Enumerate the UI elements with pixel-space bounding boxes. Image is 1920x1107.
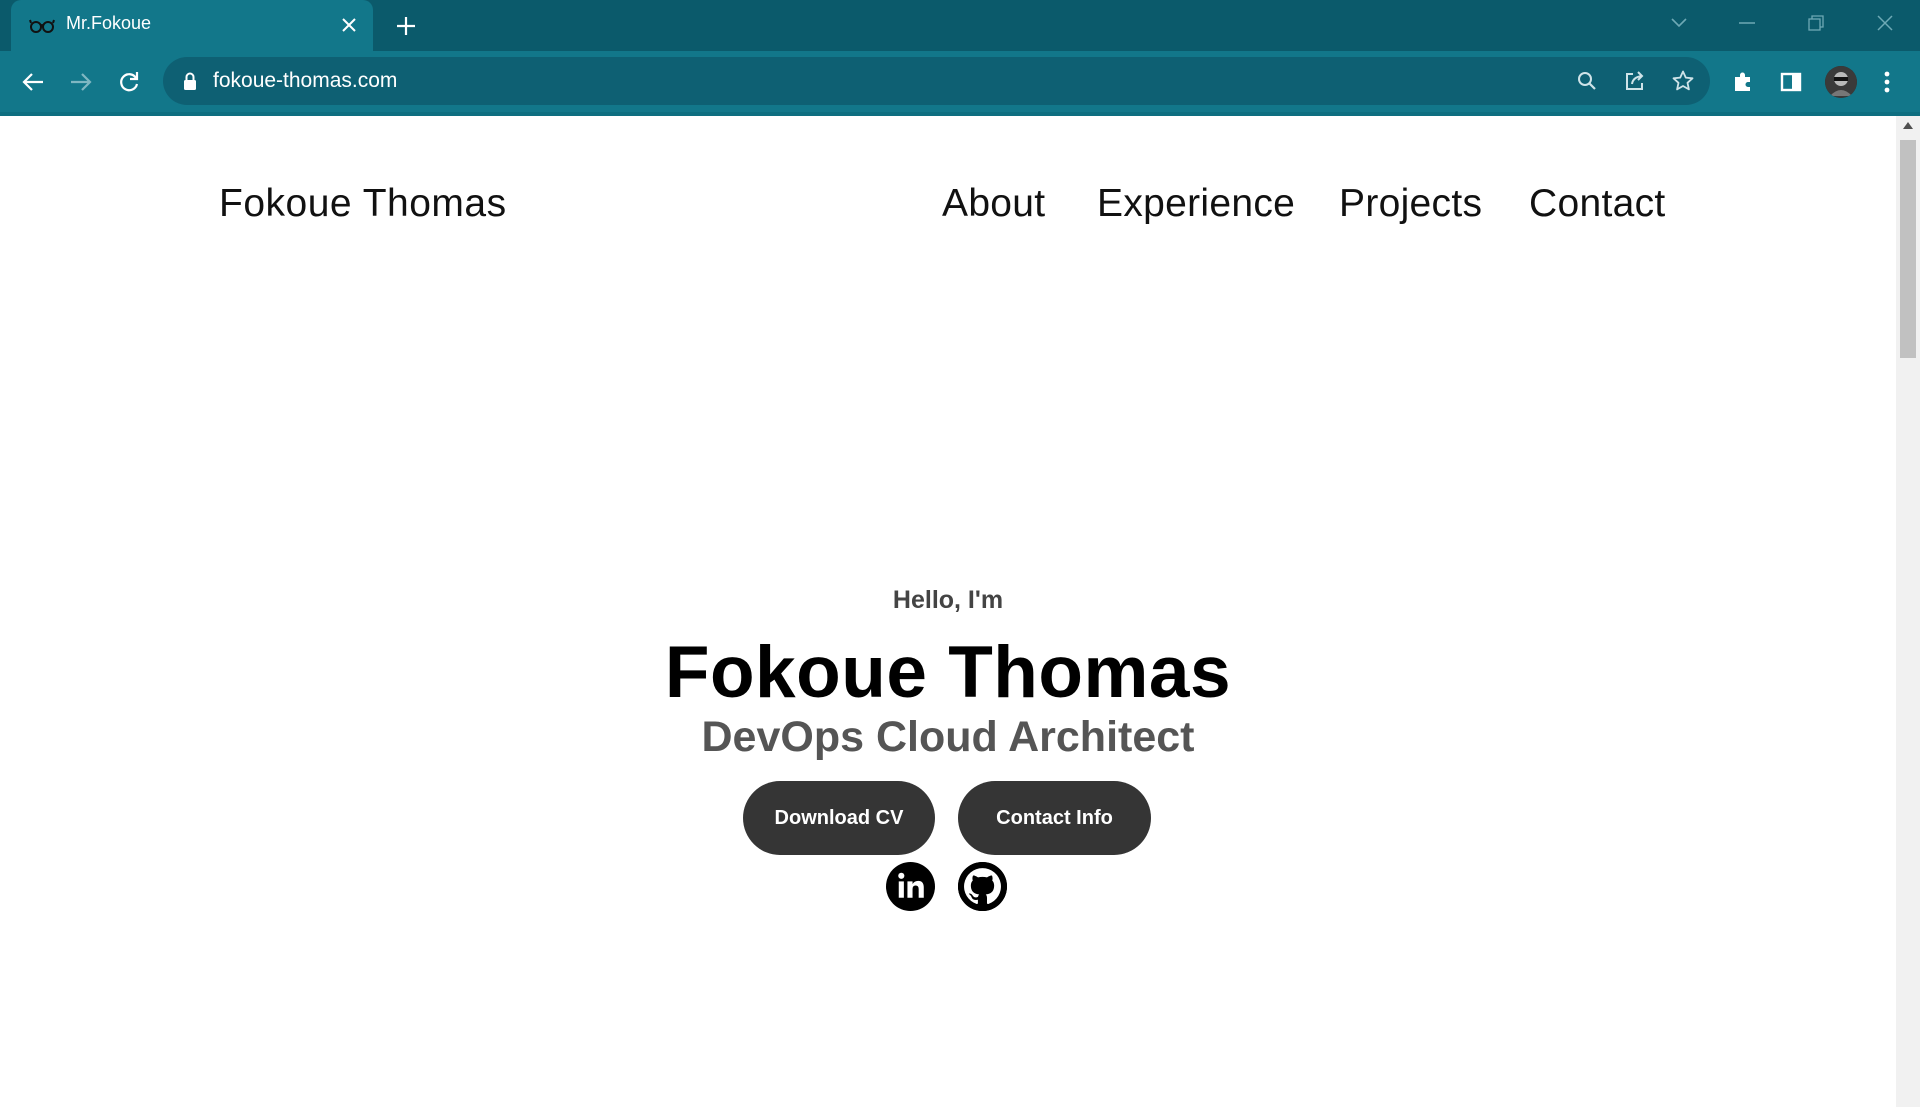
close-tab-icon[interactable] [337,13,361,37]
tab-search-chevron-icon[interactable] [1663,10,1695,36]
scroll-up-arrow-icon[interactable] [1903,122,1913,129]
nav-about[interactable]: About [942,182,1045,226]
nav-projects[interactable]: Projects [1339,182,1482,226]
hero-name: Fokoue Thomas [664,632,1232,713]
lock-icon [184,72,196,90]
forward-arrow-icon[interactable] [64,65,98,99]
bookmark-star-icon[interactable] [1670,68,1696,94]
address-bar[interactable]: fokoue-thomas.com [163,57,1710,105]
close-window-icon[interactable] [1869,10,1901,36]
site-brand[interactable]: Fokoue Thomas [219,182,507,226]
new-tab-icon[interactable] [392,12,420,40]
browser-tab[interactable]: Mr.Fokoue [11,0,373,51]
hero-title: DevOps Cloud Architect [701,713,1195,761]
scroll-thumb[interactable] [1900,140,1916,358]
browser-toolbar: fokoue-thomas.com [0,51,1920,112]
glasses-favicon-icon [29,19,55,33]
tab-strip: Mr.Fokoue [0,0,1920,51]
reload-icon[interactable] [112,65,146,99]
page-viewport: Fokoue Thomas About Experience Projects … [0,116,1896,1107]
extensions-puzzle-icon[interactable] [1726,65,1760,99]
vertical-scrollbar[interactable] [1896,116,1920,1107]
share-icon[interactable] [1622,68,1648,94]
profile-avatar[interactable] [1825,66,1857,98]
back-arrow-icon[interactable] [16,65,50,99]
contact-info-button[interactable]: Contact Info [958,781,1151,855]
github-icon[interactable] [958,862,1007,911]
nav-experience[interactable]: Experience [1097,182,1295,226]
restore-icon[interactable] [1800,10,1832,36]
menu-kebab-icon[interactable] [1870,65,1904,99]
nav-contact[interactable]: Contact [1529,182,1666,226]
side-panel-icon[interactable] [1774,65,1808,99]
tab-title: Mr.Fokoue [66,13,152,33]
minimize-icon[interactable] [1731,10,1763,36]
linkedin-icon[interactable] [886,862,935,911]
search-icon[interactable] [1574,68,1600,94]
hero-greeting: Hello, I'm [892,586,1004,614]
url-text: fokoue-thomas.com [213,69,398,92]
download-cv-button[interactable]: Download CV [743,781,935,855]
